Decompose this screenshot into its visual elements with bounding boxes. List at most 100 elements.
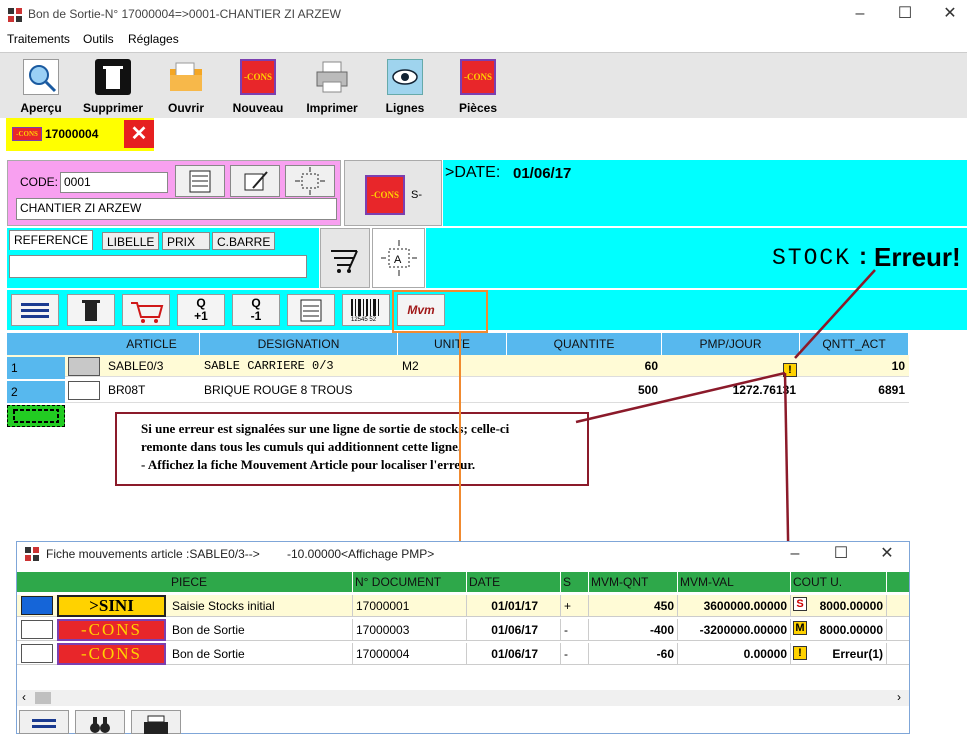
cart-button[interactable] [320,228,370,288]
imprimer-label: Imprimer [306,101,358,115]
document-tab[interactable]: -CONS 17000004 ✕ [6,118,154,151]
add-line-icon [13,409,59,423]
row-mvm-val: 0.00000 [678,643,791,665]
lignes-button[interactable]: Lignes [369,57,441,119]
col-document[interactable]: N° DOCUMENT [353,572,467,592]
svg-text:A: A [394,254,402,266]
tab-cbarre[interactable]: C.BARRE [212,232,276,250]
sini-logo: >SINI [57,595,166,617]
menu-bar: Traitements Outils Réglages [0,30,967,50]
row-article: BR08T [108,383,146,397]
row-piece: Saisie Stocks initial [169,595,353,617]
row-checkbox[interactable] [68,381,100,400]
date-value: 01/06/17 [513,165,572,182]
row-designation: BRIQUE ROUGE 8 TROUS [204,383,353,397]
maximize-icon[interactable]: ☐ [895,4,915,24]
hamburger-button[interactable] [19,710,69,734]
row-checkbox[interactable] [68,357,100,376]
row-selector[interactable] [21,620,53,639]
row-date: 01/06/17 [467,643,561,665]
tab-prix[interactable]: PRIX [162,232,210,250]
row-piece: Bon de Sortie [169,643,353,665]
warning-icon: ! [783,363,797,377]
tab-reference[interactable]: REFERENCE [9,230,94,250]
binoculars-icon [90,717,110,733]
delete-line-button[interactable] [67,294,115,326]
note-line: - Affichez la fiche Mouvement Article po… [141,457,476,472]
trash-icon [82,300,100,321]
row-selector[interactable] [21,644,53,663]
imprimer-button[interactable]: Imprimer [296,57,368,119]
col-mvm-val[interactable]: MVM-VAL [678,572,791,592]
row-qntt: 10 [891,359,905,373]
col-cout[interactable]: COUT U. [791,572,887,592]
close-icon[interactable]: ✕ [877,544,897,564]
add-line-button[interactable] [7,405,65,427]
menu-lines-button[interactable] [11,294,59,326]
col-designation[interactable]: DESIGNATION [200,333,398,355]
article-frame-button[interactable]: A [372,228,425,288]
ouvrir-button[interactable]: Ouvrir [150,57,222,119]
maximize-icon[interactable]: ☐ [831,544,851,564]
row-piece: Bon de Sortie [169,619,353,641]
horizontal-scrollbar[interactable]: ‹ › [17,690,909,706]
edit-client-button[interactable] [230,165,280,197]
lignes-label: Lignes [385,101,425,115]
col-quantite[interactable]: QUANTITE [507,333,662,355]
minimize-icon[interactable]: – [785,544,805,564]
col-s[interactable]: S [561,572,589,592]
notepad-button[interactable] [287,294,335,326]
ouvrir-label: Ouvrir [167,101,204,115]
code-field[interactable]: 0001 [60,172,168,193]
supprimer-button[interactable]: Supprimer [77,57,149,119]
trash-icon [95,59,131,95]
select-client-button[interactable] [285,165,335,197]
row-mvm-val: 3600000.00000 [678,595,791,617]
code-label: CODE: [20,175,59,189]
close-document-button[interactable]: ✕ [124,120,154,148]
cons-logo-icon: -CONS [460,59,496,95]
status-flag-icon: M [793,621,807,635]
minimize-icon[interactable]: – [850,4,870,24]
menu-traitements[interactable]: Traitements [7,32,70,46]
row-quantite: 500 [637,383,658,397]
print-button[interactable] [131,710,181,734]
qty-minus-button[interactable]: Q -1 [232,294,280,326]
col-mvm-qnt[interactable]: MVM-QNT [589,572,678,592]
col-qntt-act[interactable]: QNTT_ACT [800,333,909,355]
row-s: - [561,619,589,641]
search-button[interactable] [75,710,125,734]
cons-logo-icon: -CONS [365,175,405,215]
search-input[interactable] [9,255,307,278]
nouveau-button[interactable]: -CONS Nouveau [222,57,294,119]
row-selector[interactable] [21,596,53,615]
scroll-right-icon[interactable]: › [897,690,901,704]
child-title: Fiche mouvements article :SABLE0/3--> [46,547,260,561]
warning-icon: ! [793,646,807,660]
close-icon[interactable]: ✕ [940,4,960,24]
tab-libelle[interactable]: LIBELLE [102,232,160,250]
scroll-thumb[interactable] [35,692,51,704]
cart-line-button[interactable] [122,294,170,326]
barcode-button[interactable]: 12545 52 [342,294,390,326]
menu-reglages[interactable]: Réglages [128,32,179,46]
pieces-button[interactable]: -CONS Pièces [442,57,514,119]
edit-icon [244,171,268,191]
col-unite[interactable]: UNITE [398,333,507,355]
cons-logo-icon: -CONS [12,127,42,141]
col-date[interactable]: DATE [467,572,561,592]
qty-plus-button[interactable]: Q +1 [177,294,225,326]
col-pmp[interactable]: PMP/JOUR [662,333,800,355]
folder-icon [168,59,204,95]
apercu-button[interactable]: Aperçu [5,57,77,119]
client-name-field[interactable]: CHANTIER ZI ARZEW [16,198,337,220]
calculator-button[interactable] [175,165,225,197]
col-article[interactable]: ARTICLE [104,333,200,355]
menu-outils[interactable]: Outils [83,32,114,46]
row-unite [398,379,507,401]
scroll-left-icon[interactable]: ‹ [22,690,26,704]
row-mvm-qnt: 450 [589,595,678,617]
col-piece[interactable]: PIECE [169,572,353,592]
cons-logo-icon: -CONS [240,59,276,95]
note-line: Si une erreur est signalées sur une lign… [141,421,510,436]
